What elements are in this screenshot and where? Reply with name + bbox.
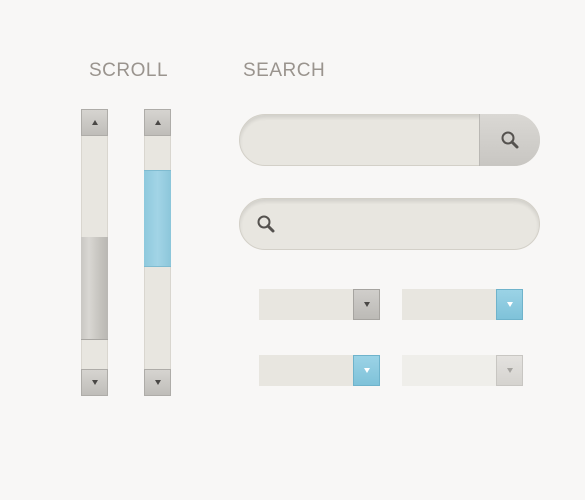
scroll-heading: SCROLL xyxy=(89,60,169,81)
grey-scrollbar[interactable] xyxy=(81,109,108,396)
dropdown-disabled[interactable] xyxy=(402,355,523,386)
dropdown-toggle[interactable] xyxy=(353,289,380,320)
dropdown-toggle[interactable] xyxy=(496,289,523,320)
chevron-down-icon xyxy=(506,302,513,307)
arrow-up-icon xyxy=(154,120,161,125)
chevron-down-icon xyxy=(506,368,513,373)
arrow-down-icon xyxy=(154,380,161,385)
dropdown-blue[interactable] xyxy=(259,355,380,386)
chevron-down-icon xyxy=(363,302,370,307)
scroll-up-button[interactable] xyxy=(144,109,171,136)
scroll-down-button[interactable] xyxy=(144,369,171,396)
chevron-down-icon xyxy=(363,368,370,373)
arrow-down-icon xyxy=(91,380,98,385)
dropdown-toggle[interactable] xyxy=(496,355,523,386)
scrollbar-thumb[interactable] xyxy=(144,170,171,267)
blue-scrollbar[interactable] xyxy=(144,109,171,396)
search-icon-wrapper xyxy=(256,214,276,234)
search-field-with-icon xyxy=(239,198,540,251)
search-icon xyxy=(501,131,519,149)
search-button[interactable] xyxy=(479,114,540,166)
search-input[interactable] xyxy=(258,115,477,167)
scroll-up-button[interactable] xyxy=(81,109,108,136)
dropdown-grey[interactable] xyxy=(259,289,380,320)
search-field-with-button xyxy=(239,114,540,167)
dropdown-toggle[interactable] xyxy=(353,355,380,386)
scrollbar-thumb[interactable] xyxy=(81,237,108,340)
search-heading: SEARCH xyxy=(243,60,326,81)
scroll-down-button[interactable] xyxy=(81,369,108,396)
search-icon xyxy=(257,215,275,233)
search-input[interactable] xyxy=(288,199,527,251)
dropdown-blue[interactable] xyxy=(402,289,523,320)
arrow-up-icon xyxy=(91,120,98,125)
